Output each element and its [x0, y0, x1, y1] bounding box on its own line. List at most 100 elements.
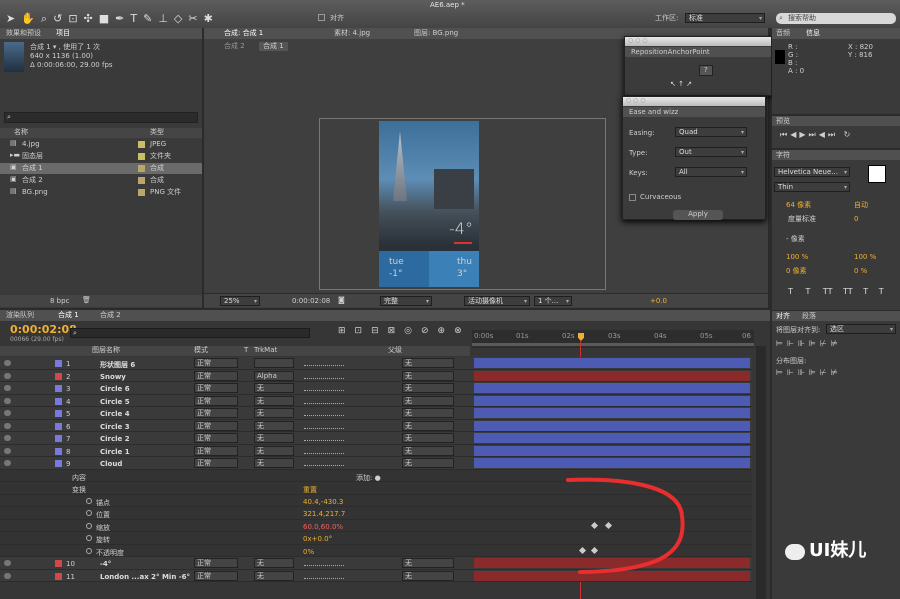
eye-icon[interactable] [4, 410, 11, 416]
timeline-search-input[interactable]: ⌕ [70, 328, 310, 338]
layer-row[interactable]: 4 Circle 5 正常 无 无 [0, 394, 752, 407]
superscript-button[interactable]: T [863, 287, 868, 296]
layer-duration-bar[interactable] [474, 458, 750, 468]
tab-info[interactable]: 信息 [806, 30, 820, 37]
window-controls-icon[interactable]: ○ ○ ○ [626, 98, 646, 104]
parent-select[interactable]: 无 [402, 408, 454, 418]
layer-name[interactable]: Circle 4 [100, 410, 130, 418]
eraser-tool-icon[interactable]: ◇ [174, 12, 188, 25]
curvaceous-checkbox[interactable] [629, 194, 636, 201]
clone-tool-icon[interactable]: ⊥ [158, 12, 174, 25]
label-color[interactable] [55, 422, 62, 430]
tab-footage[interactable]: 素材: 4.jpg [334, 30, 370, 37]
layer-name[interactable]: Cloud [100, 460, 122, 468]
stopwatch-icon[interactable] [86, 510, 92, 516]
layer-row[interactable]: 1 形状图层 6 正常 无 [0, 357, 752, 370]
zoom-tool-icon[interactable]: ⌕ [41, 12, 53, 25]
stopwatch-icon[interactable] [86, 497, 92, 504]
label-color[interactable] [55, 410, 62, 417]
layer-name[interactable]: -4° [100, 560, 111, 568]
layer-duration-bar[interactable] [474, 433, 750, 443]
mode-select[interactable]: 正常 [194, 458, 238, 468]
layer-duration-bar[interactable] [474, 420, 750, 431]
mode-select[interactable]: 正常 [194, 558, 238, 568]
window-controls-icon[interactable]: ○ ○ ○ [628, 38, 648, 44]
tsume-value[interactable]: 0 % [854, 268, 867, 275]
parent-select[interactable]: 无 [402, 370, 454, 381]
switches-icon[interactable] [304, 460, 344, 466]
label-color[interactable] [55, 435, 62, 442]
layer-name[interactable]: Circle 3 [100, 423, 130, 431]
anchor-help-button[interactable]: ? [699, 65, 713, 76]
trkmat-select[interactable]: 无 [254, 445, 294, 456]
layer-row[interactable]: 3 Circle 6 正常 无 无 [0, 382, 752, 395]
parent-select[interactable]: 无 [402, 570, 454, 581]
zoom-select[interactable]: 25% [220, 296, 260, 306]
views-select[interactable]: 1 个... [534, 296, 572, 306]
switches-icon[interactable] [304, 448, 344, 454]
eye-icon[interactable] [4, 385, 11, 391]
mode-select[interactable]: 正常 [194, 395, 238, 406]
label-color[interactable] [55, 397, 62, 405]
list-item[interactable]: ▸▬ 固态层 文件夹 [0, 151, 202, 162]
label-color[interactable] [55, 360, 62, 367]
property-value[interactable]: 重置 [303, 485, 317, 495]
list-item[interactable]: ▣ 合成 2 合成 [0, 175, 202, 186]
leading-value[interactable]: 自动 [854, 202, 868, 209]
tab-render-queue[interactable]: 渲染队列 [6, 312, 34, 319]
viewer-timecode[interactable]: 0:00:02:08 [292, 298, 330, 305]
easing-select[interactable]: Quad [675, 127, 747, 137]
subtab-comp2[interactable]: 合成 2 [224, 43, 245, 50]
tracking-value[interactable]: 0 [854, 216, 858, 223]
fill-color-swatch[interactable] [868, 165, 886, 183]
label-color[interactable] [55, 572, 62, 580]
keys-select[interactable]: All [675, 167, 747, 177]
snapshot-icon[interactable]: ◙ [338, 297, 345, 304]
layer-duration-bar[interactable] [474, 370, 750, 381]
playback-controls-icon[interactable]: ⏮◀▶⏭◀⏭ ↻ [780, 131, 853, 139]
font-style-select[interactable]: Thin [774, 182, 850, 192]
eye-icon[interactable] [4, 360, 11, 366]
tab-effects[interactable]: 效果和预设 [6, 30, 41, 37]
puppet-tool-icon[interactable]: ✱ [204, 12, 219, 25]
switches-icon[interactable] [304, 573, 344, 579]
selection-tool-icon[interactable]: ➤ [6, 12, 21, 25]
eye-icon[interactable] [4, 422, 11, 429]
trkmat-select[interactable]: 无 [254, 570, 294, 581]
all-caps-button[interactable]: TT [823, 287, 833, 296]
mode-select[interactable]: 正常 [194, 370, 238, 381]
trkmat-select[interactable]: 无 [254, 408, 294, 418]
eye-icon[interactable] [4, 397, 11, 404]
switches-icon[interactable] [304, 360, 344, 366]
trkmat-select[interactable]: 无 [254, 420, 294, 431]
tab-layer[interactable]: 图层: BG.png [414, 30, 458, 37]
layer-duration-bar[interactable] [474, 358, 750, 368]
list-item[interactable]: ▤ 4.jpg JPEG [0, 139, 202, 150]
tab-project[interactable]: 项目 [56, 30, 70, 37]
layer-duration-bar[interactable] [474, 445, 750, 456]
stopwatch-icon[interactable] [86, 522, 92, 529]
trkmat-select[interactable] [254, 358, 294, 368]
parent-select[interactable]: 无 [402, 558, 454, 568]
align-buttons-icon[interactable]: ⊨⊩⊪⊫⊬⊭ [776, 340, 842, 348]
list-item[interactable]: ▤ BG.png PNG 文件 [0, 187, 202, 198]
trkmat-select[interactable]: 无 [254, 558, 294, 568]
vertical-scale[interactable]: 100 % [786, 254, 808, 261]
switches-icon[interactable] [304, 423, 344, 429]
property-value[interactable]: 321.4,217.7 [303, 510, 345, 518]
parent-select[interactable]: 无 [402, 395, 454, 406]
tab-audio[interactable]: 音频 [776, 30, 790, 37]
layer-row[interactable]: 5 Circle 4 正常 无 无 [0, 407, 752, 420]
subscript-button[interactable]: T [879, 287, 884, 296]
layer-name[interactable]: London ...ax 2° Min -6° [100, 573, 190, 581]
workspace-select[interactable]: 标准 [685, 13, 765, 23]
layer-row[interactable]: 6 Circle 3 正常 无 无 [0, 419, 752, 432]
stopwatch-icon[interactable] [86, 535, 92, 541]
mode-select[interactable]: 正常 [194, 358, 238, 368]
layer-row[interactable]: 7 Circle 2 正常 无 无 [0, 432, 752, 445]
camera-tool-icon[interactable]: ⊡ [68, 12, 83, 25]
project-search-input[interactable]: ⌕ [4, 112, 198, 123]
eye-icon[interactable] [4, 435, 11, 441]
eye-icon[interactable] [4, 447, 11, 454]
timeline-scrollbar[interactable] [756, 346, 766, 599]
